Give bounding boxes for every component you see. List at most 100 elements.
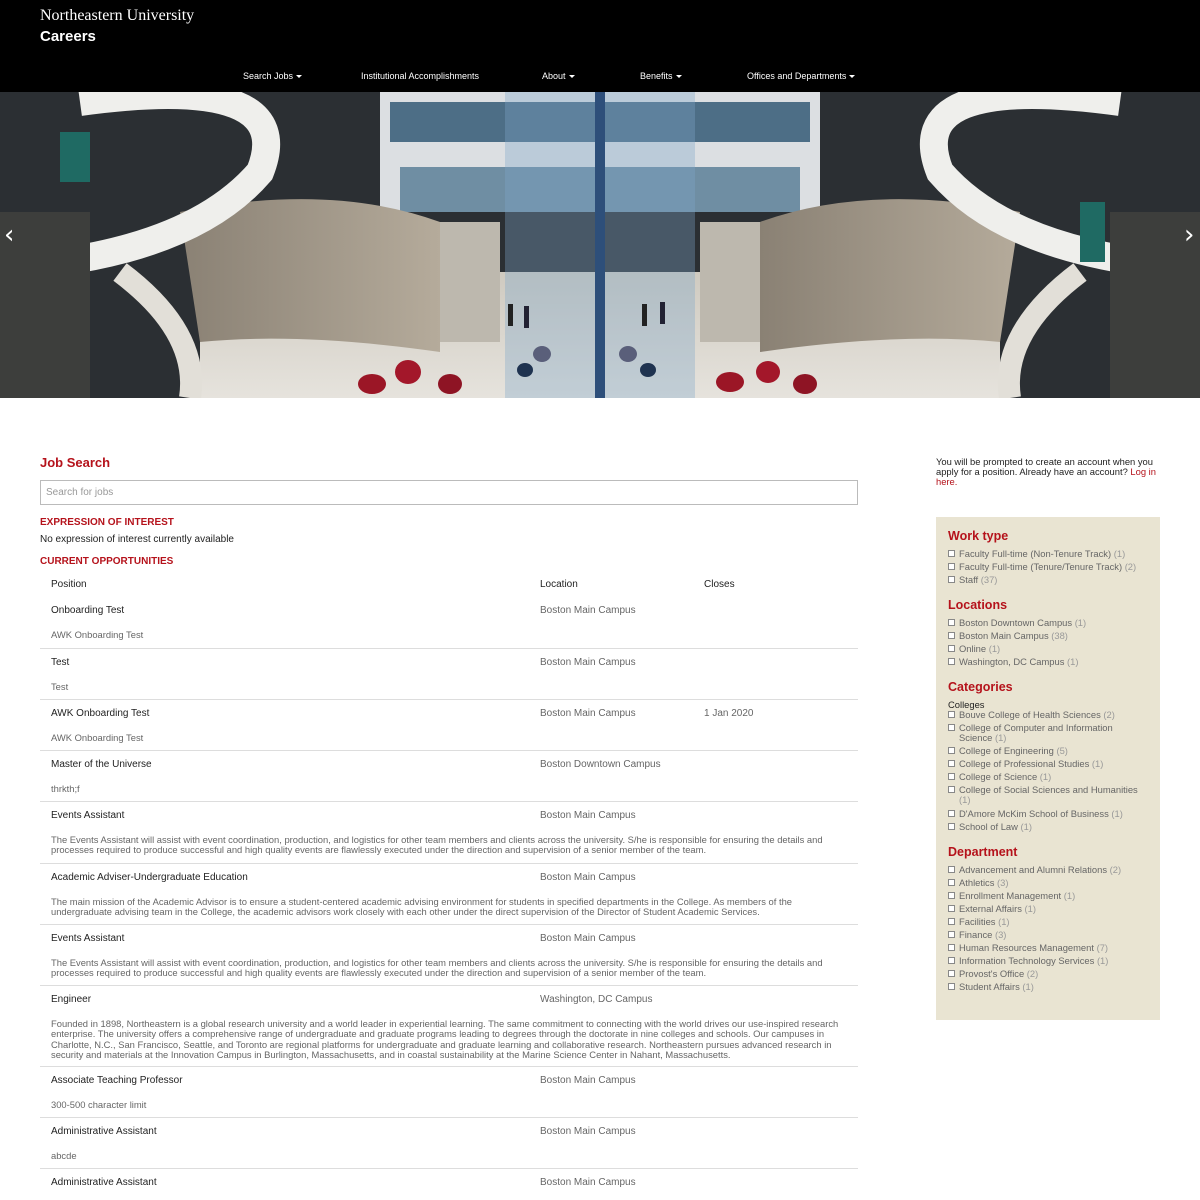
job-title[interactable]: Onboarding Test (51, 605, 124, 616)
checkbox[interactable] (948, 957, 955, 964)
job-search-input[interactable] (40, 480, 858, 505)
filter-count: (1) (1111, 808, 1123, 819)
filter-label: Enrollment Management (959, 890, 1062, 901)
filter-option[interactable]: Faculty Full-time (Tenure/Tenure Track) … (948, 562, 1148, 572)
job-title[interactable]: Engineer (51, 994, 91, 1005)
checkbox[interactable] (948, 563, 955, 570)
job-row[interactable]: Events Assistant Boston Main Campus The … (40, 802, 858, 864)
expression-of-interest-text: No expression of interest currently avai… (40, 534, 234, 545)
job-title[interactable]: Administrative Assistant (51, 1177, 157, 1188)
filter-option[interactable]: Staff (37) (948, 575, 1148, 585)
filter-count: (1) (1074, 617, 1087, 628)
checkbox[interactable] (948, 983, 955, 990)
filter-option[interactable]: Facilities (1) (948, 917, 1148, 927)
nav-search-jobs[interactable]: Search Jobs (243, 71, 303, 81)
checkbox[interactable] (948, 711, 955, 718)
job-search-title: Job Search (40, 455, 111, 470)
checkbox[interactable] (948, 576, 955, 583)
checkbox[interactable] (948, 823, 955, 830)
filter-option[interactable]: College of Engineering (5) (948, 746, 1148, 756)
carousel-next-icon[interactable]: › (1184, 220, 1194, 250)
filter-option[interactable]: Enrollment Management (1) (948, 891, 1148, 901)
checkbox[interactable] (948, 918, 955, 925)
filter-option[interactable]: College of Science (1) (948, 772, 1148, 782)
job-row[interactable]: Administrative Assistant Boston Main Cam… (40, 1118, 858, 1169)
checkbox[interactable] (948, 810, 955, 817)
job-title[interactable]: Academic Adviser-Undergraduate Education (51, 872, 248, 883)
job-title[interactable]: Administrative Assistant (51, 1126, 157, 1137)
job-row[interactable]: Engineer Washington, DC Campus Founded i… (40, 986, 858, 1067)
nav-benefits[interactable]: Benefits (640, 71, 682, 81)
filter-option[interactable]: Provost's Office (2) (948, 969, 1148, 979)
nav-institutional-accomplishments[interactable]: Institutional Accomplishments (361, 71, 479, 81)
filter-option[interactable]: Boston Main Campus (38) (948, 631, 1148, 641)
job-location: Washington, DC Campus (540, 994, 653, 1005)
job-title[interactable]: Associate Teaching Professor (51, 1075, 183, 1086)
filter-count: (1) (1113, 548, 1126, 559)
checkbox[interactable] (948, 619, 955, 626)
filter-option[interactable]: Finance (3) (948, 930, 1148, 940)
job-row[interactable]: Administrative Assistant Boston Main Cam… (40, 1169, 858, 1200)
filter-option[interactable]: Human Resources Management (7) (948, 943, 1148, 953)
filter-option[interactable]: Advancement and Alumni Relations (2) (948, 865, 1148, 875)
checkbox[interactable] (948, 879, 955, 886)
job-title[interactable]: Master of the Universe (51, 759, 152, 770)
job-title[interactable]: Events Assistant (51, 810, 124, 821)
checkbox[interactable] (948, 550, 955, 557)
filter-option[interactable]: College of Social Sciences and Humanitie… (948, 785, 1148, 805)
filter-count: (1) (959, 794, 971, 805)
filter-option[interactable]: Student Affairs (1) (948, 982, 1148, 992)
job-row[interactable]: Associate Teaching Professor Boston Main… (40, 1067, 858, 1118)
filter-option[interactable]: External Affairs (1) (948, 904, 1148, 914)
filter-option[interactable]: College of Professional Studies (1) (948, 759, 1148, 769)
checkbox[interactable] (948, 931, 955, 938)
checkbox[interactable] (948, 747, 955, 754)
filter-count: (5) (1056, 745, 1068, 756)
checkbox[interactable] (948, 773, 955, 780)
filter-option[interactable]: Bouve College of Health Sciences (2) (948, 710, 1148, 720)
job-row[interactable]: Master of the Universe Boston Downtown C… (40, 751, 858, 802)
job-description: Test (51, 681, 69, 692)
checkbox[interactable] (948, 645, 955, 652)
filter-count: (3) (997, 877, 1009, 888)
filter-option[interactable]: College of Computer and Information Scie… (948, 723, 1148, 743)
filter-option[interactable]: Athletics (3) (948, 878, 1148, 888)
filter-option[interactable]: Online (1) (948, 644, 1148, 654)
university-name[interactable]: Northeastern University (40, 7, 194, 25)
checkbox[interactable] (948, 944, 955, 951)
checkbox[interactable] (948, 658, 955, 665)
work-type-heading: Work type (948, 529, 1009, 543)
filter-panel: Work type Faculty Full-time (Non-Tenure … (936, 517, 1160, 1020)
filter-option[interactable]: Washington, DC Campus (1) (948, 657, 1148, 667)
filter-count: (1) (1020, 821, 1032, 832)
checkbox[interactable] (948, 632, 955, 639)
checkbox[interactable] (948, 786, 955, 793)
job-row[interactable]: Test Boston Main Campus Test (40, 649, 858, 700)
checkbox[interactable] (948, 970, 955, 977)
job-row[interactable]: Events Assistant Boston Main Campus The … (40, 925, 858, 986)
filter-count: (2) (1026, 968, 1039, 979)
checkbox[interactable] (948, 905, 955, 912)
checkbox[interactable] (948, 760, 955, 767)
filter-option[interactable]: School of Law (1) (948, 822, 1148, 832)
nav-offices-departments[interactable]: Offices and Departments (747, 71, 856, 81)
job-title[interactable]: AWK Onboarding Test (51, 708, 149, 719)
checkbox[interactable] (948, 866, 955, 873)
job-row[interactable]: Academic Adviser-Undergraduate Education… (40, 864, 858, 925)
filter-label: Faculty Full-time (Tenure/Tenure Track) (959, 561, 1123, 572)
filter-option[interactable]: Boston Downtown Campus (1) (948, 618, 1148, 628)
checkbox[interactable] (948, 724, 955, 731)
carousel-prev-icon[interactable]: ‹ (4, 220, 14, 250)
filter-option[interactable]: Information Technology Services (1) (948, 956, 1148, 966)
nav-label: About (542, 71, 566, 81)
job-location: Boston Main Campus (540, 605, 636, 616)
filter-option[interactable]: Faculty Full-time (Non-Tenure Track) (1) (948, 549, 1148, 559)
job-row[interactable]: AWK Onboarding Test Boston Main Campus 1… (40, 700, 858, 751)
job-title[interactable]: Test (51, 657, 69, 668)
nav-about[interactable]: About (542, 71, 575, 81)
job-title[interactable]: Events Assistant (51, 933, 124, 944)
filter-option[interactable]: D'Amore McKim School of Business (1) (948, 809, 1148, 819)
job-row[interactable]: Onboarding Test Boston Main Campus AWK O… (40, 597, 858, 649)
checkbox[interactable] (948, 892, 955, 899)
site-name[interactable]: Careers (40, 28, 96, 45)
